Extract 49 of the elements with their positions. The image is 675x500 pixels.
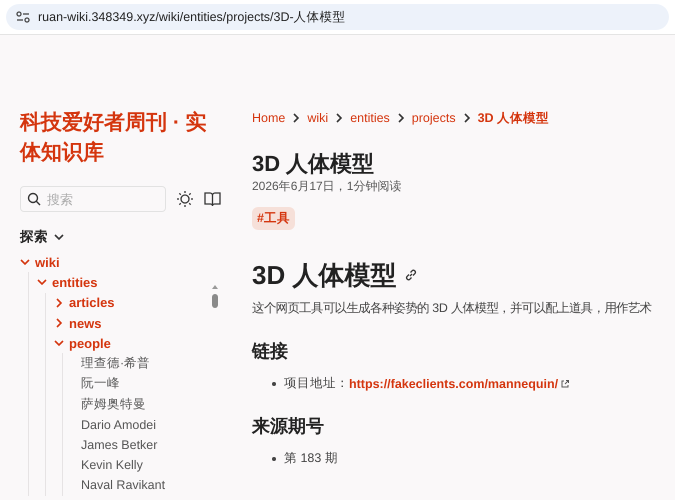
intro-paragraph: 这个网页工具可以生成各种姿势的 3D 人体模型，并可以配上道具，用作艺术 [252, 300, 652, 317]
search-icon [27, 192, 41, 206]
breadcrumb-link[interactable]: entities [350, 111, 390, 125]
search-field[interactable]: 搜索 [20, 186, 166, 212]
chevron-icon [20, 257, 30, 268]
page-meta: 2026年6月17日，1分钟阅读 [252, 178, 402, 195]
explore-toggle[interactable]: 探索 [20, 228, 64, 246]
page-title: 3D 人体模型 [252, 150, 376, 178]
tree-folder[interactable]: news [54, 312, 102, 334]
tree-folder[interactable]: articles [54, 292, 115, 313]
list-item-text: 项目地址： [284, 375, 349, 392]
list-item-text: 第 183 期 [284, 450, 338, 467]
project-link[interactable]: https://fakeclients.com/mannequin/ [349, 376, 558, 390]
breadcrumb-link[interactable]: projects [412, 111, 456, 125]
breadcrumb-separator-icon [396, 113, 406, 123]
chevron-icon [54, 298, 64, 308]
breadcrumb-link[interactable]: wiki [307, 111, 328, 125]
breadcrumb-link[interactable]: 3D 人体模型 [478, 110, 550, 126]
section-heading: 来源期号 [252, 415, 325, 438]
tree-folder[interactable]: wiki [20, 252, 60, 272]
tree-item[interactable]: Dario Amodei [71, 414, 156, 435]
bullet-icon [272, 382, 276, 386]
tree-item[interactable]: 阮一峰 [71, 374, 120, 394]
chevron-icon [54, 232, 64, 242]
address-bar[interactable]: ruan-wiki.348349.xyz/wiki/entities/projects/3D-人体模型 [6, 4, 669, 30]
breadcrumb-link[interactable]: Home [252, 111, 286, 125]
link-icon[interactable] [404, 268, 418, 282]
breadcrumb-separator-icon [462, 113, 472, 123]
external-link-icon [561, 380, 570, 388]
breadcrumb-separator-icon [291, 113, 302, 123]
chevron-icon [54, 318, 64, 328]
chevron-icon [54, 338, 64, 348]
bullet-icon [272, 456, 276, 460]
site-info-icon[interactable] [16, 11, 30, 23]
tree-item[interactable]: Naval Ravikant [71, 475, 166, 496]
book-icon[interactable] [204, 191, 221, 207]
tree-item[interactable]: Kevin Kelly [71, 454, 143, 476]
breadcrumb-separator-icon [334, 113, 344, 123]
tree-item[interactable]: 萨姆奥特曼 [71, 394, 146, 414]
tree-folder[interactable]: entities [37, 272, 98, 293]
tree-item[interactable]: 理查德·希普 [71, 353, 150, 374]
tree-item[interactable]: James Betker [71, 434, 158, 455]
chevron-icon [37, 277, 47, 288]
section-heading: 链接 [252, 340, 289, 363]
sun-icon[interactable] [176, 190, 194, 208]
article-heading: 3D 人体模型 [252, 259, 396, 292]
tag[interactable]: #工具 [252, 207, 295, 230]
site-title[interactable]: 科技爱好者周刊 · 实体知识库 [20, 108, 225, 168]
tree-folder[interactable]: people [54, 333, 111, 354]
